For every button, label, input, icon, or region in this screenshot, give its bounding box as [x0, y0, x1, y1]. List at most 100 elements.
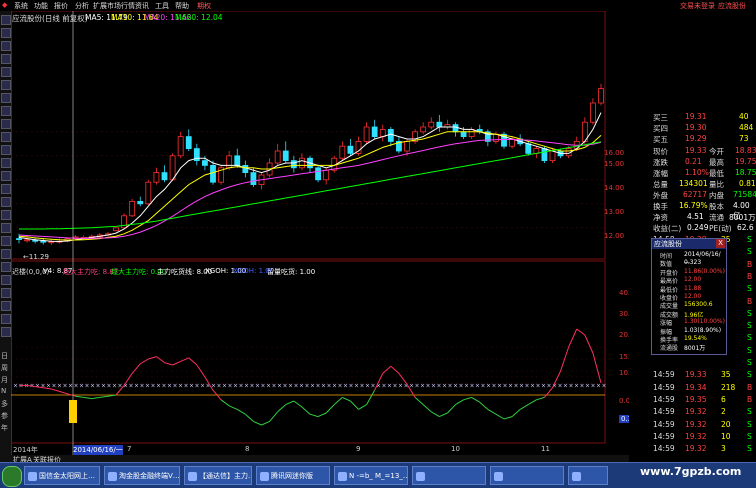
candle-body: [113, 227, 119, 232]
indicator-signal-marker: ×: [200, 382, 205, 389]
app-icon: [28, 472, 37, 481]
toolbar-button-icon[interactable]: [1, 288, 11, 298]
indicator-signal-marker: ×: [541, 382, 546, 389]
toolbar-button-icon[interactable]: [1, 28, 11, 38]
close-icon[interactable]: X: [716, 239, 725, 248]
toolbar-button-icon[interactable]: [1, 106, 11, 116]
indicator-segment: [414, 397, 424, 405]
toolbar-button-icon[interactable]: [1, 314, 11, 324]
indicator-segment: [293, 400, 303, 408]
tick-row: 14:59 19.34 218 B: [629, 382, 756, 393]
app-icon: [188, 472, 197, 481]
taskbar-item[interactable]: N -=b_ M_=13_…: [334, 466, 408, 485]
toolbar-button-icon[interactable]: [1, 158, 11, 168]
toolbar-button-icon[interactable]: [1, 249, 11, 259]
toolbar-button-icon[interactable]: [1, 210, 11, 220]
indicator-signal-marker: ×: [316, 382, 321, 389]
toolbar-button-icon[interactable]: [1, 223, 11, 233]
toolbar-button-icon[interactable]: [1, 145, 11, 155]
candle-body: [202, 160, 208, 166]
toolbar-button-icon[interactable]: [1, 80, 11, 90]
toolbar-button-icon[interactable]: [1, 119, 11, 129]
toolbar-button-icon[interactable]: [1, 67, 11, 77]
toolbar-button-icon[interactable]: [1, 132, 11, 142]
toolbar-button-icon[interactable]: [1, 197, 11, 207]
toolbar-button-icon[interactable]: [1, 171, 11, 181]
taskbar-item[interactable]: 淘金股金融终端V…: [104, 466, 180, 485]
taskbar-item[interactable]: 腾讯网迷你版: [256, 466, 330, 485]
period-week-button[interactable]: 周: [1, 363, 8, 373]
toolbar-button-icon[interactable]: [1, 54, 11, 64]
period-n-button[interactable]: N: [1, 387, 6, 395]
quote-row: 现价 19.33 今开 18.83: [629, 145, 756, 156]
indicator-segment: [172, 360, 181, 366]
taskbar-item[interactable]: 【通达信】主力…: [184, 466, 252, 485]
indicator-signal-marker: ×: [343, 382, 348, 389]
trade-login-status[interactable]: 交易未登录: [680, 1, 715, 11]
menu-item-tools[interactable]: 工具: [155, 1, 169, 11]
quote-row: 总量 134301 量比 0.81: [629, 178, 756, 189]
menu-item-analysis[interactable]: 分析: [75, 1, 89, 11]
menu-item-system[interactable]: 系统: [14, 1, 28, 11]
start-button-icon[interactable]: [2, 466, 22, 487]
toolbar-button-icon[interactable]: [1, 93, 11, 103]
menu-item-info[interactable]: 资讯: [135, 1, 149, 11]
indicator-segment: [366, 389, 376, 405]
indicator-signal-marker: ×: [233, 382, 238, 389]
params-button[interactable]: 参: [1, 411, 8, 421]
indicator-segment: [228, 405, 238, 410]
kline-chart[interactable]: × × × × × × × × × × × × × × × × × × × × × × × × × × × × × × × × × × × × × × × ×…: [11, 11, 629, 455]
popup-row-value: 1.30(10.00%): [684, 318, 725, 326]
toolbar-button-icon[interactable]: [1, 275, 11, 285]
indicator-signal-marker: ×: [107, 382, 112, 389]
menu-item-options[interactable]: 期权: [197, 1, 211, 11]
quote-label: PE(动): [709, 224, 732, 233]
taskbar-item[interactable]: [412, 466, 486, 485]
menu-item-extended-market[interactable]: 扩展市场行情: [93, 1, 135, 11]
indicator-signal-marker: ×: [371, 382, 376, 389]
menu-item-quote[interactable]: 报价: [54, 1, 68, 11]
tick-t: 14:59: [653, 444, 675, 454]
taskbar-item[interactable]: 国信金太阳网上…: [24, 466, 100, 485]
indicator-segment: [503, 416, 513, 420]
order-volume: 40: [739, 112, 749, 121]
indicator-signal-marker: ×: [178, 382, 183, 389]
chart-area[interactable]: × × × × × × × × × × × × × × × × × × × × × × × × × × × × × × × × × × × × × × × ×…: [11, 11, 639, 455]
toolbar-button-icon[interactable]: [1, 236, 11, 246]
order-price: 19.29: [685, 134, 707, 143]
taskbar-item-label: 国信金太阳网上…: [39, 472, 95, 480]
toolbar-button-icon[interactable]: [1, 41, 11, 51]
cursor-info-popup[interactable]: 应流股份 X 时间 2014/06/16/一 数值 0.323 开盘价 11.86(0.0…: [651, 238, 727, 355]
indicator-segment: [495, 413, 505, 420]
tick-p: 19.34: [685, 382, 707, 392]
menu-item-function[interactable]: 功能: [34, 1, 48, 11]
toolbar-button-icon[interactable]: [1, 301, 11, 311]
tick-v: 10: [721, 431, 731, 441]
indicator-signal-marker: ×: [156, 382, 161, 389]
indicator-segment: [333, 397, 343, 405]
indicator-segment: [568, 328, 578, 348]
taskbar-item[interactable]: [568, 466, 608, 485]
popup-header[interactable]: 应流股份 X: [652, 239, 726, 249]
menubar-stock-name: 应流股份: [718, 2, 746, 10]
indicator-segment: [245, 413, 254, 422]
indicator-signal-marker: ×: [145, 382, 150, 389]
period-year-button[interactable]: 年: [1, 423, 8, 433]
indicator-segment: [342, 396, 351, 402]
period-month-button[interactable]: 月: [1, 375, 8, 385]
menu-item-help[interactable]: 帮助: [175, 1, 189, 11]
toolbar-button-icon[interactable]: [1, 327, 11, 337]
tick-row: 14:59 19.33 35 S: [629, 369, 756, 380]
order-label: 买五: [653, 135, 668, 144]
toolbar-button-icon[interactable]: [1, 184, 11, 194]
multi-period-button[interactable]: 多: [1, 399, 8, 409]
toolbar-button-icon[interactable]: [1, 15, 11, 25]
indicator-segment: [358, 404, 367, 410]
candle-body: [379, 129, 386, 138]
toolbar-button-icon[interactable]: [1, 262, 11, 272]
period-day-button[interactable]: 日: [1, 351, 8, 361]
taskbar-item[interactable]: [490, 466, 564, 485]
candle-body: [169, 155, 176, 181]
indicator-segment: [439, 412, 448, 418]
order-volume: 73: [739, 134, 749, 143]
